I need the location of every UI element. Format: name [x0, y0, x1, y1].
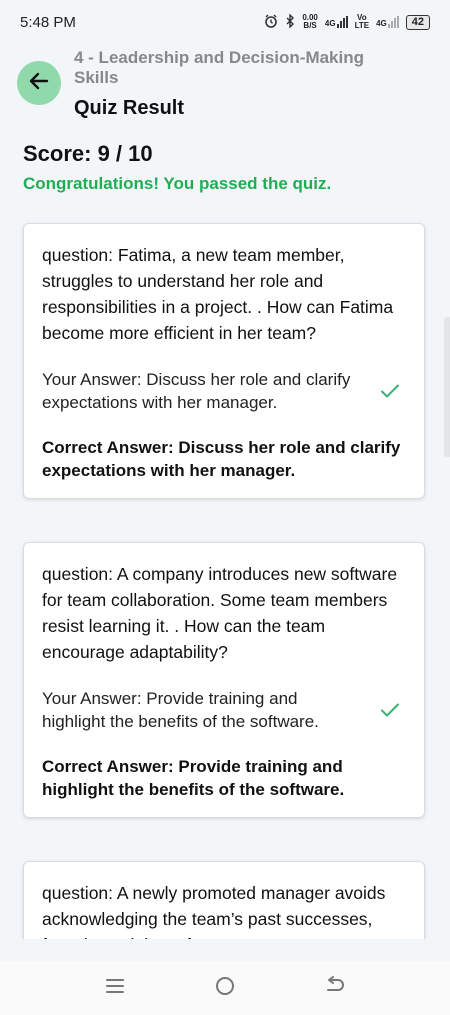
nav-back-button[interactable] — [315, 968, 355, 1008]
check-icon — [378, 698, 402, 722]
volte-bottom: LTE — [354, 21, 370, 30]
battery-indicator: 42 — [405, 14, 430, 30]
bluetooth-icon — [285, 12, 295, 31]
your-answer: Your Answer: Discuss her role and clarif… — [42, 370, 351, 412]
signal-bars-icon — [387, 16, 399, 28]
back-button[interactable] — [17, 61, 61, 105]
correct-answer: Correct Answer: Discuss her role and cla… — [42, 438, 401, 480]
check-icon — [378, 379, 402, 403]
signal-1: 4G — [325, 16, 348, 28]
question-text: question: A company introduces new softw… — [42, 564, 398, 662]
status-bar: 5:48 PM 0.00 B/S 4G Vo LTE 4G 42 — [0, 0, 450, 44]
signal-2: 4G — [376, 16, 399, 28]
answer-row: Your Answer: Discuss her role and clarif… — [42, 368, 406, 414]
your-answer: Your Answer: Provide training and highli… — [42, 689, 319, 731]
question-card: question: A company introduces new softw… — [23, 542, 425, 818]
status-time: 5:48 PM — [20, 13, 76, 31]
question-text: question: Fatima, a new team member, str… — [42, 245, 394, 343]
results-list[interactable]: question: Fatima, a new team member, str… — [0, 208, 450, 939]
scroll-indicator[interactable] — [444, 317, 450, 457]
header: 4 - Leadership and Decision-Making Skill… — [0, 44, 450, 124]
alarm-icon — [264, 14, 278, 31]
nav-home-button[interactable] — [205, 968, 245, 1008]
score-text: Score: 9 / 10 — [23, 141, 153, 166]
pass-message: Congratulations! You passed the quiz. — [23, 174, 332, 193]
net-speed: 0.00 B/S — [302, 14, 318, 30]
nav-menu-button[interactable] — [95, 968, 135, 1008]
arrow-left-icon — [27, 69, 51, 98]
volte-indicator: Vo LTE — [355, 14, 370, 30]
correct-answer: Correct Answer: Provide training and hig… — [42, 757, 345, 799]
network-type-2: 4G — [376, 19, 387, 28]
question-text: question: A newly promoted manager avoid… — [42, 883, 386, 939]
back-arrow-icon — [324, 975, 346, 1001]
menu-icon — [105, 977, 125, 1000]
status-icons: 0.00 B/S 4G Vo LTE 4G 42 — [264, 12, 430, 31]
network-type-1: 4G — [324, 19, 336, 28]
system-nav-bar — [0, 961, 450, 1015]
signal-bars-icon — [336, 16, 348, 28]
question-card: question: A newly promoted manager avoid… — [23, 861, 425, 939]
net-speed-unit: B/S — [303, 21, 317, 30]
home-circle-icon — [214, 975, 236, 1002]
answer-row: Your Answer: Provide training and highli… — [42, 687, 406, 733]
question-card: question: Fatima, a new team member, str… — [23, 223, 425, 499]
page-title: Quiz Result — [74, 97, 185, 119]
quiz-subtitle: 4 - Leadership and Decision-Making Skill… — [74, 48, 365, 87]
